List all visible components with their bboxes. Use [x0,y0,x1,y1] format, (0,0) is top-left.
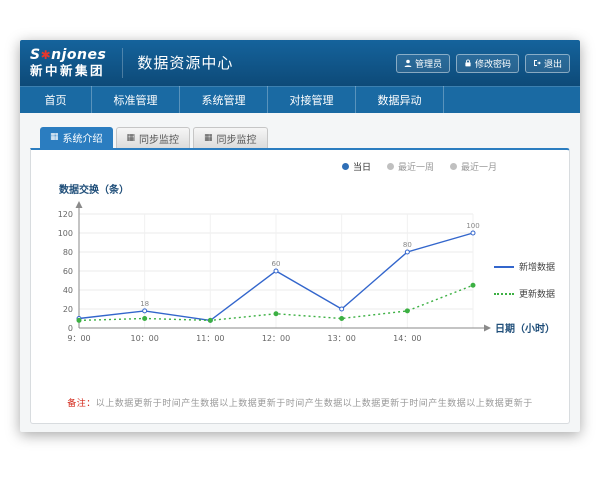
svg-text:80: 80 [403,241,412,249]
logo-wordmark: S✱njones [30,48,106,63]
filter-label: 最近一周 [398,160,434,173]
svg-text:60: 60 [272,260,281,268]
tab-label: 同步监控 [139,131,179,146]
svg-text:18: 18 [140,300,149,308]
header: S✱njones 新中新集团 数据资源中心 管理员 修改密码 退出 [20,40,580,86]
svg-text:40: 40 [63,286,73,295]
svg-text:60: 60 [63,267,73,276]
change-password-label: 修改密码 [475,57,511,70]
logo-star-icon: ✱ [41,48,52,62]
chart-container: 0 20 40 60 80 100 120 9：00 10：00 11：00 12：00 13：00 1… [43,198,557,376]
tab-sync-monitor-1[interactable]: ▦同步监控 [116,127,191,148]
svg-text:10：00: 10：00 [130,334,158,343]
logout-label: 退出 [544,57,562,70]
x-axis-title: 日期（小时） [495,320,555,335]
footnote: 备注：以上数据更新于时间产生数据以上数据更新于时间产生数据以上数据更新于时间产生… [43,396,557,409]
svg-text:100: 100 [58,229,73,238]
header-actions: 管理员 修改密码 退出 [396,54,570,73]
svg-text:20: 20 [63,305,73,314]
legend-line-dotted [494,293,514,295]
logo-text-left: S [30,47,41,63]
nav-connection-management[interactable]: 对接管理 [268,86,356,113]
svg-text:13：00: 13：00 [327,334,355,343]
logout-icon [533,59,541,67]
footnote-text: 以上数据更新于时间产生数据以上数据更新于时间产生数据以上数据更新于时间产生数据以… [96,399,533,409]
svg-text:120: 120 [58,210,73,219]
line-chart: 0 20 40 60 80 100 120 9：00 10：00 11：00 12：00 13：00 1… [43,198,499,360]
radio-dot-icon [342,163,349,170]
logo-text-right: njones [51,47,106,63]
svg-text:14：00: 14：00 [393,334,421,343]
change-password-button[interactable]: 修改密码 [456,54,519,73]
range-filter-group: 当日 最近一周 最近一月 [43,160,557,173]
y-axis-title: 数据交换（条） [59,181,557,196]
tab-sync-monitor-2[interactable]: ▦ 同步监控 [193,127,268,148]
radio-dot-icon [450,163,457,170]
nav-data-change[interactable]: 数据异动 [356,86,444,113]
admin-user-button[interactable]: 管理员 [396,54,450,73]
logout-button[interactable]: 退出 [525,54,570,73]
grid-icon: ▦ [50,133,59,142]
tab-bar: ▦系统介绍 ▦同步监控 ▦同步监控 [40,127,570,148]
radio-dot-icon [387,163,394,170]
legend-item-update-data[interactable]: 更新数据 [494,287,555,300]
svg-text:0: 0 [68,324,73,333]
admin-user-label: 管理员 [415,57,442,70]
chart-panel: 当日 最近一周 最近一月 数据交换（条） 0 20 40 60 80 100 120 9：00… [30,148,570,424]
tab-label: 同步监控 [217,131,257,146]
svg-text:12：00: 12：00 [262,334,290,343]
filter-today[interactable]: 当日 [342,160,371,173]
svg-text:80: 80 [63,248,73,257]
chart-legend: 新增数据 更新数据 [494,260,555,300]
tab-system-intro[interactable]: ▦ 系统介绍 [40,127,113,148]
footnote-prefix: 备注： [67,399,96,409]
legend-line-solid [494,266,514,268]
brand-logo: S✱njones 新中新集团 [30,48,106,77]
legend-label: 新增数据 [519,260,555,273]
filter-last-month[interactable]: 最近一月 [450,160,497,173]
logo-company-name: 新中新集团 [30,64,106,78]
legend-label: 更新数据 [519,287,555,300]
svg-text:9：00: 9：00 [67,334,90,343]
filter-last-week[interactable]: 最近一周 [387,160,434,173]
nav-home[interactable]: 首页 [20,86,92,113]
svg-text:100: 100 [466,222,479,230]
svg-text:11：00: 11：00 [196,334,224,343]
main-nav: 首页 标准管理 系统管理 对接管理 数据异动 [20,86,580,113]
app-window: S✱njones 新中新集团 数据资源中心 管理员 修改密码 退出 首页 标准管… [20,40,580,432]
legend-item-new-data[interactable]: 新增数据 [494,260,555,273]
filter-label: 当日 [353,160,371,173]
nav-standard-management[interactable]: 标准管理 [92,86,180,113]
tab-label: 系统介绍 [63,130,103,145]
lock-icon [464,59,472,67]
user-icon [404,59,412,67]
filter-label: 最近一月 [461,160,497,173]
grid-icon: ▦ [204,134,213,143]
page-title: 数据资源中心 [122,48,233,78]
nav-system-management[interactable]: 系统管理 [180,86,268,113]
content-area: ▦系统介绍 ▦同步监控 ▦同步监控 当日 最近一周 最近一月 数据交换（条） 0… [20,113,580,432]
grid-icon: ▦ [127,134,136,143]
